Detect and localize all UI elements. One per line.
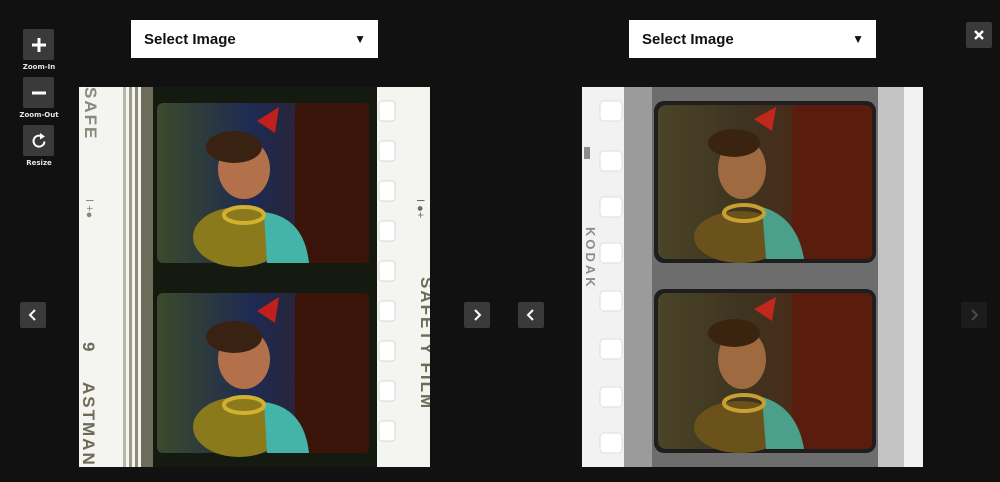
zoom-in-label: Zoom-In	[22, 63, 56, 71]
caret-down-icon: ▼	[354, 32, 366, 46]
left-viewer-prev-button[interactable]	[20, 302, 46, 328]
close-icon	[974, 30, 984, 40]
resize-button[interactable]	[23, 125, 54, 156]
chevron-left-icon	[526, 309, 534, 321]
left-edge-print-left-mark: I +●	[83, 199, 95, 218]
right-select-label: Select Image	[642, 30, 734, 48]
chevron-right-icon	[971, 309, 979, 321]
left-image-viewer[interactable]: SAFETY FILM I ●+ SAFE I +● 9 ASTMAN	[79, 87, 430, 467]
close-button[interactable]	[966, 22, 992, 48]
minus-icon	[31, 91, 46, 94]
right-image-select[interactable]: Select Image ▼	[629, 20, 876, 58]
zoom-in-button[interactable]	[23, 29, 54, 60]
left-edge-print-bottom: ASTMAN	[79, 382, 98, 467]
right-viewer-next-button[interactable]	[961, 302, 987, 328]
right-edge-print-kodak: KODAK	[583, 227, 598, 290]
left-filmstrip-image: SAFETY FILM I ●+ SAFE I +● 9 ASTMAN	[79, 87, 430, 467]
zoom-out-button[interactable]	[23, 77, 54, 108]
resize-label: Resize	[26, 159, 52, 167]
caret-down-icon: ▼	[852, 32, 864, 46]
left-edge-print-top: SAFE	[81, 87, 100, 140]
chevron-right-icon	[474, 309, 482, 321]
left-edge-print-number: 9	[79, 342, 98, 351]
right-filmstrip-image: KODAK	[582, 87, 923, 467]
chevron-left-icon	[28, 309, 36, 321]
right-viewer-prev-button[interactable]	[518, 302, 544, 328]
rotate-icon	[32, 132, 45, 148]
right-image-viewer[interactable]: KODAK	[582, 87, 923, 467]
plus-icon	[31, 37, 46, 52]
left-viewer-next-button[interactable]	[464, 302, 490, 328]
left-select-label: Select Image	[144, 30, 236, 48]
zoom-out-label: Zoom-Out	[19, 111, 59, 119]
left-edge-print-right-mark: I ●+	[414, 199, 426, 218]
left-edge-print-safety: SAFETY FILM	[417, 277, 430, 410]
left-image-select[interactable]: Select Image ▼	[131, 20, 378, 58]
